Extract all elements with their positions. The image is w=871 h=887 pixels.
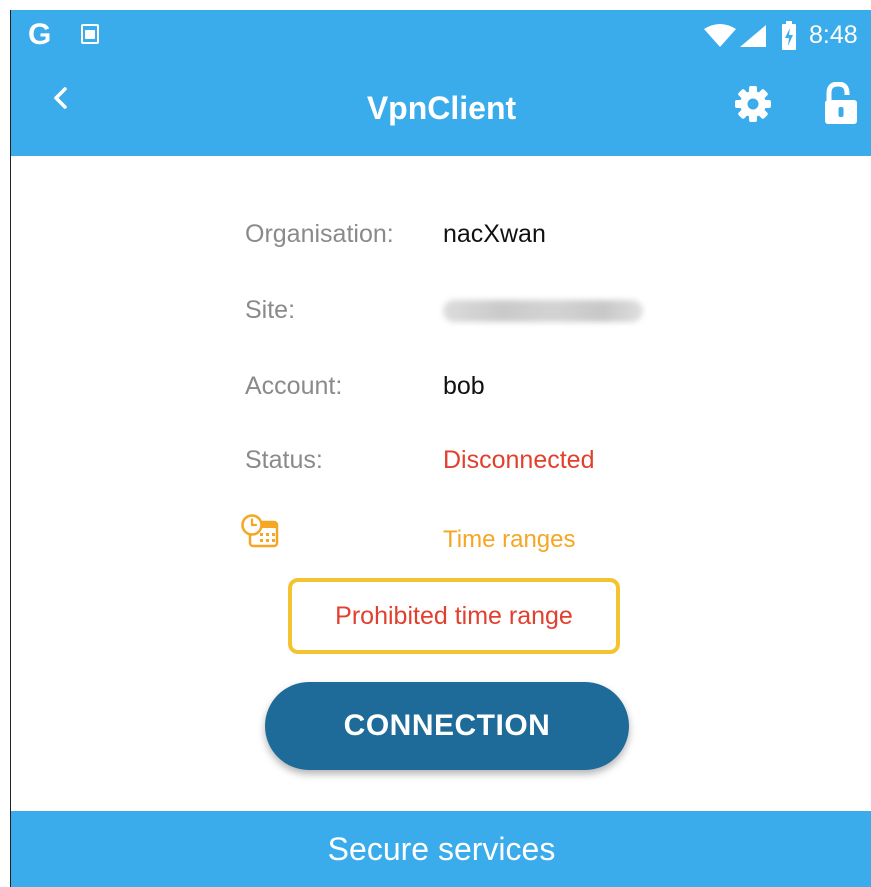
account-value: bob (443, 372, 485, 400)
unlock-icon[interactable] (823, 82, 859, 126)
calendar-clock-icon[interactable] (241, 514, 279, 548)
status-bar: G 8:48 (11, 10, 871, 62)
site-label: Site: (245, 296, 296, 324)
gear-icon[interactable] (733, 84, 773, 124)
prohibited-time-range-alert: Prohibited time range (288, 578, 620, 654)
cell-signal-icon (740, 25, 766, 47)
main-content: Organisation: nacXwan Site: Account: bob… (11, 156, 871, 811)
status-label: Status: (245, 446, 323, 474)
wifi-icon (704, 24, 736, 47)
app-bar: G 8:48 VpnClient (11, 10, 871, 156)
account-label: Account: (245, 372, 343, 400)
google-icon: G (28, 18, 52, 51)
organisation-label: Organisation: (245, 220, 394, 248)
time-ranges-link[interactable]: Time ranges (443, 524, 576, 556)
keyboard-app-icon (81, 24, 99, 44)
status-value: Disconnected (443, 446, 595, 474)
connection-button[interactable]: CONNECTION (265, 682, 629, 770)
organisation-value: nacXwan (443, 220, 546, 248)
app-frame: G 8:48 VpnClient Organisation: nacXwan S… (10, 10, 871, 887)
clock: 8:48 (809, 21, 858, 49)
battery-charging-icon (782, 21, 796, 50)
site-value-blurred (443, 294, 643, 330)
secure-services-button[interactable]: Secure services (11, 811, 871, 887)
